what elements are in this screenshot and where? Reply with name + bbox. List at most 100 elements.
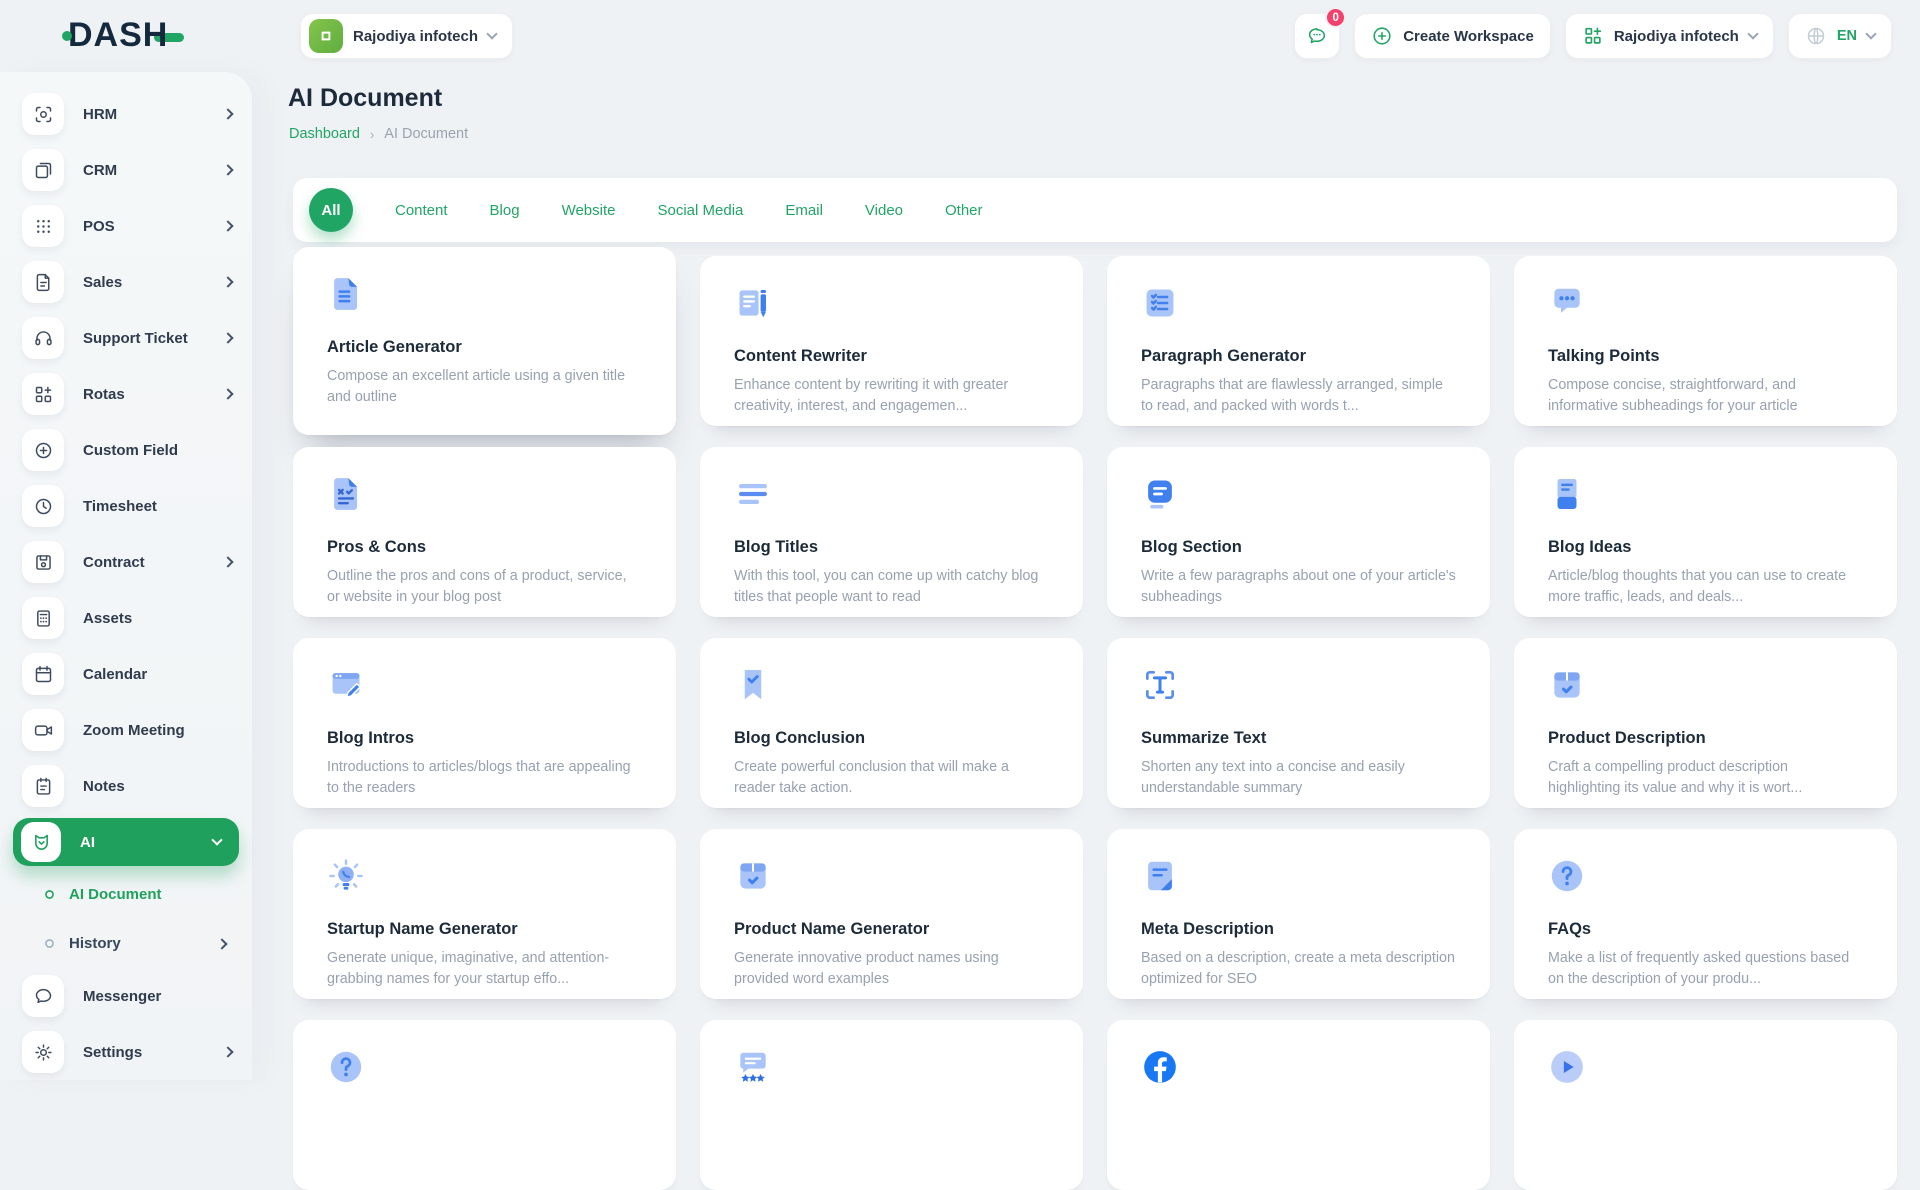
filter-tab-label: Website <box>561 201 616 219</box>
breadcrumb-dashboard-link[interactable]: Dashboard <box>289 126 360 142</box>
ai-tool-title: Article Generator <box>327 338 462 356</box>
ai-tool-card[interactable]: Meta Description Based on a description,… <box>1107 829 1490 999</box>
blog-titles-icon <box>734 475 772 513</box>
workspace-name: Rajodiya infotech <box>353 27 479 45</box>
ai-tool-card[interactable] <box>1107 1020 1490 1190</box>
sidebar-item[interactable]: Zoom Meeting <box>0 702 252 758</box>
ai-tool-card[interactable]: Blog Intros Introductions to articles/bl… <box>293 638 676 808</box>
review-stars-icon <box>734 1048 772 1086</box>
chevron-down-icon <box>1865 28 1877 40</box>
ai-tool-description: Generate unique, imaginative, and attent… <box>327 950 610 988</box>
ai-tool-title: Startup Name Generator <box>327 920 518 938</box>
messages-button[interactable]: 0 <box>1294 7 1347 59</box>
ai-tool-card[interactable] <box>1514 1020 1897 1190</box>
ai-tool-card[interactable]: Summarize Text Shorten any text into a c… <box>1107 638 1490 808</box>
sidebar-item[interactable]: POS <box>0 198 252 254</box>
sidebar: HRM CRM POS Sales Support Ticket Rotas C… <box>0 72 252 1080</box>
account-selector[interactable]: Rajodiya infotech <box>1564 13 1774 59</box>
ai-tool-title: Blog Ideas <box>1548 538 1632 556</box>
ai-tools-grid-partial-row <box>293 1020 1897 1190</box>
ai-tool-card[interactable]: Blog Ideas Article/blog thoughts that yo… <box>1514 447 1897 617</box>
meta-description-icon <box>1141 857 1179 895</box>
ai-tool-card[interactable]: Blog Titles With this tool, you can come… <box>700 447 1083 617</box>
filter-tab-bar: All Content Blog Website Social Media Em… <box>293 178 1897 242</box>
filter-tab[interactable]: Email <box>785 202 823 219</box>
support-ticket-icon <box>33 328 54 349</box>
filter-tab[interactable]: Website <box>562 202 616 219</box>
create-workspace-label: Create Workspace <box>1403 27 1534 45</box>
ai-tool-card[interactable]: Content Rewriter Enhance content by rewr… <box>700 256 1083 426</box>
contract-icon <box>33 552 54 573</box>
sidebar-item-label: Zoom Meeting <box>83 721 185 739</box>
ai-tool-card[interactable]: Blog Conclusion Create powerful conclusi… <box>700 638 1083 808</box>
sidebar-sub-item[interactable]: History <box>0 919 252 968</box>
sidebar-item[interactable]: Contract <box>0 534 252 590</box>
sidebar-item[interactable]: Assets <box>0 590 252 646</box>
sidebar-item[interactable]: HRM <box>0 86 252 142</box>
ai-tool-card[interactable]: FAQs Make a list of frequently asked que… <box>1514 829 1897 999</box>
sidebar-item-label: HRM <box>83 105 118 123</box>
chevron-icon <box>222 388 234 400</box>
ai-tool-description: Paragraphs that are flawlessly arranged,… <box>1141 377 1443 415</box>
filter-tab-label: All <box>321 201 341 219</box>
ai-tool-card[interactable] <box>293 1020 676 1190</box>
notes-icon <box>33 776 54 797</box>
ai-tools-grid: Article Generator Compose an excellent a… <box>293 247 1897 999</box>
sidebar-item[interactable]: Settings <box>0 1024 252 1080</box>
message-count-badge: 0 <box>1325 7 1347 28</box>
logo-text: DASH <box>68 16 169 54</box>
sidebar-footer-list: Messenger Settings <box>0 968 252 1080</box>
workspace-selector[interactable]: Rajodiya infotech <box>300 13 514 59</box>
sidebar-item[interactable]: Support Ticket <box>0 310 252 366</box>
sidebar-item[interactable]: Sales <box>0 254 252 310</box>
ai-tool-card[interactable]: Talking Points Compose concise, straight… <box>1514 256 1897 426</box>
ai-tool-card[interactable]: Paragraph Generator Paragraphs that are … <box>1107 256 1490 426</box>
sidebar-item[interactable]: Custom Field <box>0 422 252 478</box>
app-logo[interactable]: DASH <box>62 16 185 55</box>
ai-tool-title: Pros & Cons <box>327 538 427 556</box>
summarize-text-icon <box>1141 666 1179 704</box>
chat-icon <box>1306 25 1328 47</box>
sidebar-item[interactable]: CRM <box>0 142 252 198</box>
filter-tab[interactable]: Video <box>865 202 903 219</box>
sidebar-item-label: Messenger <box>83 987 162 1005</box>
filter-tab[interactable]: All <box>309 188 353 232</box>
sidebar-sub-item[interactable]: AI Document <box>0 870 252 919</box>
ai-tool-title: Talking Points <box>1548 347 1660 365</box>
sidebar-item[interactable]: Timesheet <box>0 478 252 534</box>
content-rewriter-icon <box>734 284 772 322</box>
startup-name-icon <box>327 857 365 895</box>
language-code: EN <box>1836 28 1857 44</box>
sidebar-item[interactable]: Calendar <box>0 646 252 702</box>
sidebar-item[interactable]: Notes <box>0 758 252 814</box>
sidebar-item[interactable]: Messenger <box>0 968 252 1024</box>
filter-tab[interactable]: Blog <box>490 202 520 219</box>
ai-icon <box>31 832 52 853</box>
chevron-down-icon <box>1747 28 1759 40</box>
sidebar-item[interactable]: AI <box>13 818 239 866</box>
ai-tool-card[interactable]: Blog Section Write a few paragraphs abou… <box>1107 447 1490 617</box>
ai-tool-title: Meta Description <box>1141 920 1274 938</box>
filter-tab[interactable]: Content <box>395 202 448 219</box>
blog-section-icon <box>1141 475 1179 513</box>
filter-tab-label: Email <box>785 201 823 219</box>
ai-tool-description: With this tool, you can come up with cat… <box>734 568 1039 606</box>
zoom-meeting-icon <box>33 720 54 741</box>
page-title: AI Document <box>288 84 443 112</box>
blog-conclusion-icon <box>734 666 772 704</box>
language-selector[interactable]: EN <box>1787 13 1892 59</box>
breadcrumb-separator: › <box>369 126 375 142</box>
sidebar-item[interactable]: Rotas <box>0 366 252 422</box>
ai-tool-card[interactable]: Article Generator Compose an excellent a… <box>293 247 676 435</box>
ai-tool-card[interactable]: Startup Name Generator Generate unique, … <box>293 829 676 999</box>
chevron-icon <box>222 108 234 120</box>
ai-tool-card[interactable]: Product Name Generator Generate innovati… <box>700 829 1083 999</box>
ai-tool-card[interactable] <box>700 1020 1083 1190</box>
ai-tool-description: Compose concise, straightforward, and in… <box>1548 377 1798 415</box>
filter-tab[interactable]: Social Media <box>658 202 744 219</box>
ai-tool-card[interactable]: Pros & Cons Outline the pros and cons of… <box>293 447 676 617</box>
blog-ideas-icon <box>1548 475 1586 513</box>
create-workspace-button[interactable]: Create Workspace <box>1354 13 1551 59</box>
ai-tool-card[interactable]: Product Description Craft a compelling p… <box>1514 638 1897 808</box>
filter-tab[interactable]: Other <box>945 202 983 219</box>
